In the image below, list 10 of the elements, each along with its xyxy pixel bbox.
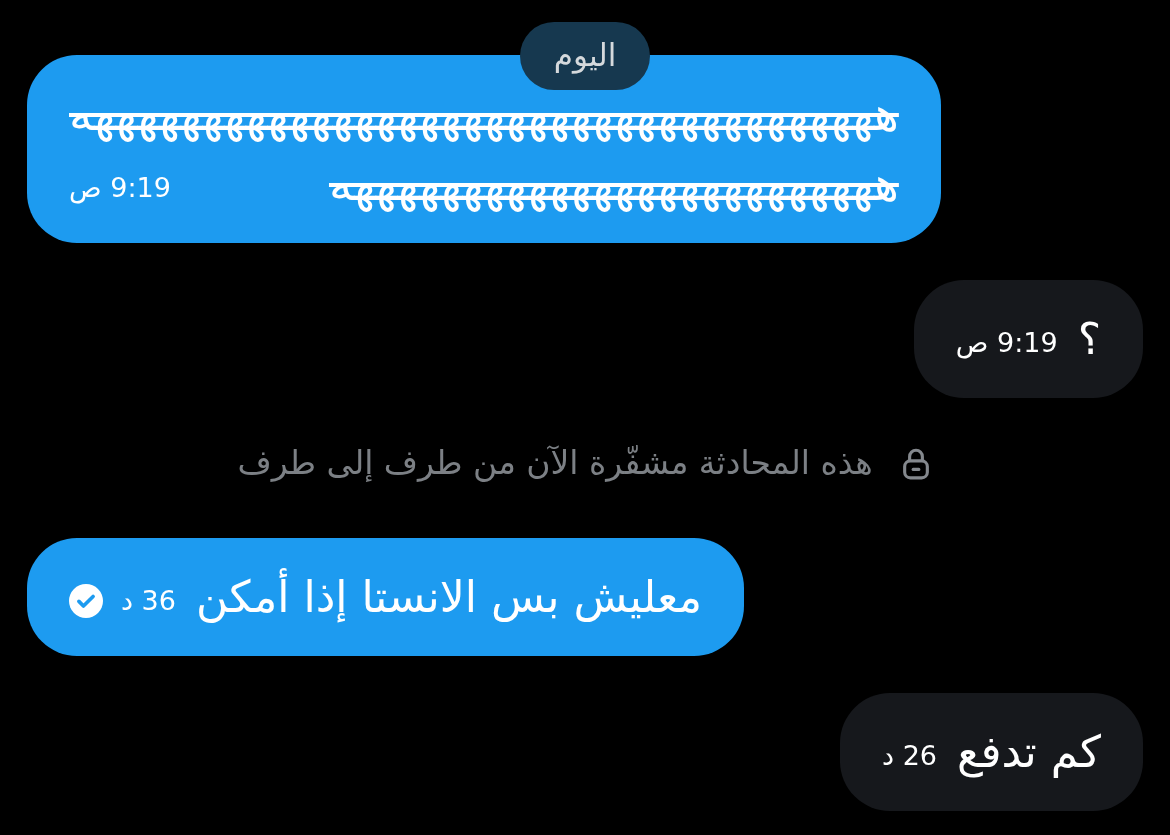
message-text: هههههههههههههههههههههههههه bbox=[328, 158, 899, 210]
message-time: 36 د bbox=[121, 584, 176, 618]
encryption-notice: هذه المحادثة مشفّرة الآن من طرف إلى طرف bbox=[237, 442, 873, 484]
message-text: ؟ bbox=[1077, 313, 1101, 365]
message-text: كم تدفع bbox=[957, 726, 1101, 778]
date-divider: اليوم bbox=[519, 22, 651, 90]
message-time: 26 د bbox=[882, 739, 937, 773]
message-text: هههههههههههههههههههههههههههههههههههههه bbox=[69, 88, 899, 140]
message-time: 9:19 ص bbox=[69, 171, 171, 206]
message-time: 9:19 ص bbox=[955, 326, 1058, 361]
